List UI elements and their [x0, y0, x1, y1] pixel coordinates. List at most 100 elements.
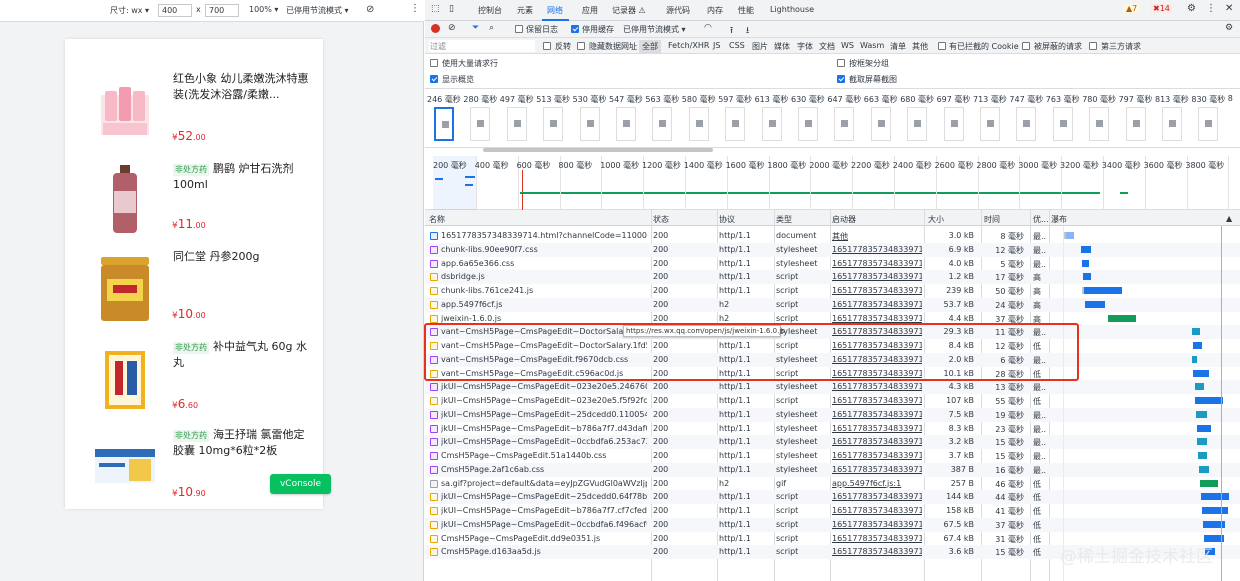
- cell-initiator[interactable]: 165177835734833971...: [832, 506, 922, 515]
- cell-initiator[interactable]: 其他: [832, 231, 922, 242]
- tab-recorder[interactable]: 记录器 ⚠: [612, 5, 646, 16]
- filmstrip-thumbnail[interactable]: [1016, 107, 1037, 141]
- width-input[interactable]: 400: [158, 4, 192, 17]
- table-row[interactable]: app.6a65e366.css 200 http/1.1 stylesheet 165…: [425, 257, 1240, 271]
- clear-icon[interactable]: ⊘: [448, 23, 456, 33]
- col-type[interactable]: 类型: [776, 214, 792, 225]
- table-row[interactable]: sa.gif?project=default&data=eyJpZGVudGl0…: [425, 477, 1240, 491]
- more-options-icon[interactable]: ⋮: [410, 3, 420, 14]
- filmstrip-thumbnail[interactable]: [616, 107, 636, 141]
- type-filter-doc[interactable]: 文档: [819, 41, 835, 52]
- dimensions-dropdown[interactable]: 尺寸: wx ▾: [110, 5, 149, 16]
- cell-initiator[interactable]: 165177835734833971...: [832, 547, 922, 556]
- filmstrip-thumbnail[interactable]: [506, 107, 527, 141]
- tab-memory[interactable]: 内存: [707, 5, 723, 16]
- rotate-icon[interactable]: ⊘: [366, 4, 374, 15]
- capture-screenshots-checkbox[interactable]: [837, 75, 845, 83]
- device-toggle-icon[interactable]: ▯: [449, 4, 454, 14]
- table-row[interactable]: jkUI~CmsH5Page~CmsPageEdit~0ccbdfa6.f496…: [425, 517, 1240, 532]
- filmstrip-thumbnail[interactable]: [834, 107, 855, 141]
- table-row[interactable]: 1651778357348339714.html?channelCode=110…: [425, 229, 1240, 243]
- table-row[interactable]: jkUI~CmsH5Page~CmsPageEdit~b786a7f7.d43d…: [425, 422, 1240, 436]
- errors-badge[interactable]: ✖14: [1151, 4, 1172, 13]
- product-item[interactable]: 非处方药 海王抒瑞 氯雷他定胶囊 10mg*6粒*2板 ¥10.90: [65, 423, 323, 511]
- cell-initiator[interactable]: 165177835734833971...: [832, 382, 922, 391]
- type-filter-media[interactable]: 媒体: [774, 41, 790, 52]
- product-item[interactable]: 非处方药 补中益气丸 60g 水丸 ¥6.60: [65, 335, 323, 423]
- cell-initiator[interactable]: 165177835734833971...: [832, 286, 922, 295]
- tab-lighthouse[interactable]: Lighthouse: [770, 5, 814, 14]
- cell-initiator[interactable]: 165177835734833971...: [832, 272, 922, 281]
- table-row[interactable]: jkUI~CmsH5Page~CmsPageEdit~25dcedd0.1100…: [425, 407, 1240, 422]
- blocked-requests-checkbox[interactable]: [1022, 42, 1030, 50]
- filmstrip-thumbnail[interactable]: [870, 107, 891, 141]
- filmstrip-thumbnail[interactable]: [470, 107, 491, 141]
- filmstrip-thumbnail[interactable]: [907, 107, 928, 141]
- vconsole-button[interactable]: vConsole: [270, 474, 331, 494]
- third-party-checkbox[interactable]: [1089, 42, 1097, 50]
- zoom-dropdown[interactable]: 100% ▾: [249, 5, 278, 14]
- height-input[interactable]: 700: [205, 4, 239, 17]
- settings-gear-icon[interactable]: ⚙: [1187, 3, 1196, 14]
- cell-initiator[interactable]: 165177835734833971...: [832, 424, 922, 433]
- filmstrip-thumbnail[interactable]: [761, 107, 782, 141]
- tab-performance[interactable]: 性能: [738, 5, 754, 16]
- invert-checkbox[interactable]: [543, 42, 551, 50]
- filmstrip-thumbnail[interactable]: [1125, 107, 1146, 141]
- col-time[interactable]: 时间: [984, 214, 1000, 225]
- filmstrip-thumbnail[interactable]: [980, 107, 1000, 141]
- tab-console[interactable]: 控制台: [478, 5, 502, 16]
- filmstrip-thumbnail[interactable]: [1089, 107, 1110, 141]
- type-filter-img[interactable]: 图片: [752, 41, 768, 52]
- table-row[interactable]: jkUI~CmsH5Page~CmsPageEdit~25dcedd0.64f7…: [425, 490, 1240, 505]
- blocked-cookies-checkbox[interactable]: [938, 42, 946, 50]
- cell-initiator[interactable]: 165177835734833971...: [832, 314, 922, 323]
- filter-icon[interactable]: ⏷: [472, 23, 479, 33]
- table-row[interactable]: chunk-libs.90ee90f7.css 200 http/1.1 styles…: [425, 242, 1240, 257]
- tab-sources[interactable]: 源代码: [666, 5, 690, 16]
- device-throttle-dropdown[interactable]: 已停用节流模式 ▾: [286, 5, 349, 16]
- type-filter-js[interactable]: JS: [713, 41, 720, 50]
- table-row[interactable]: jkUI~CmsH5Page~CmsPageEdit~0ccbdfa6.253a…: [425, 435, 1240, 450]
- cell-initiator[interactable]: 165177835734833971...: [832, 396, 922, 405]
- wifi-icon[interactable]: ◠: [704, 23, 712, 33]
- cell-initiator[interactable]: 165177835734833971...: [832, 300, 922, 309]
- col-protocol[interactable]: 协议: [719, 214, 735, 225]
- network-throttle-dropdown[interactable]: 已停用节流模式 ▾: [623, 24, 686, 35]
- type-filter-fetch-xhr[interactable]: Fetch/XHR: [668, 41, 709, 50]
- filmstrip-thumbnail[interactable]: [652, 107, 673, 141]
- cell-initiator[interactable]: app.5497f6cf.js:1: [832, 479, 922, 488]
- type-filter-all[interactable]: 全部: [639, 40, 661, 53]
- table-row[interactable]: dsbridge.js 200 http/1.1 script 165177835734…: [425, 270, 1240, 285]
- table-row[interactable]: chunk-libs.761ce241.js 200 http/1.1 script 1…: [425, 284, 1240, 298]
- filmstrip-thumbnail[interactable]: [434, 107, 454, 141]
- col-priority[interactable]: 优...: [1033, 214, 1049, 225]
- cell-initiator[interactable]: 165177835734833971...: [832, 492, 922, 501]
- product-item[interactable]: 非处方药 鹏鹞 炉甘石洗剂 100ml ¥11.00: [65, 157, 323, 245]
- col-status[interactable]: 状态: [653, 214, 669, 225]
- filter-input[interactable]: 过滤: [429, 40, 535, 52]
- type-filter-manifest[interactable]: 清单: [890, 41, 906, 52]
- table-row[interactable]: CmsH5Page~CmsPageEdit.51a1440b.css 200 htt…: [425, 449, 1240, 463]
- cell-initiator[interactable]: 165177835734833971...: [832, 534, 922, 543]
- filmstrip-thumbnail[interactable]: [725, 107, 746, 141]
- download-icon[interactable]: ⭳: [746, 23, 749, 39]
- cell-initiator[interactable]: 165177835734833971...: [832, 451, 922, 460]
- more-icon[interactable]: ⋮: [1206, 3, 1216, 14]
- large-rows-checkbox[interactable]: [430, 59, 438, 67]
- inspect-icon[interactable]: ⬚: [431, 4, 440, 14]
- cell-initiator[interactable]: 165177835734833971...: [832, 437, 922, 446]
- record-icon[interactable]: [431, 24, 440, 33]
- group-by-frame-checkbox[interactable]: [837, 59, 845, 67]
- close-icon[interactable]: ✕: [1225, 3, 1233, 14]
- table-row[interactable]: jkUI~CmsH5Page~CmsPageEdit~023e20e5.f5f9…: [425, 394, 1240, 408]
- show-overview-checkbox[interactable]: [430, 75, 438, 83]
- search-icon[interactable]: ⌕: [489, 23, 494, 33]
- hide-data-urls-checkbox[interactable]: [577, 42, 585, 50]
- tab-application[interactable]: 应用: [582, 5, 598, 16]
- filmstrip-thumbnail[interactable]: [1052, 107, 1073, 141]
- product-item[interactable]: 同仁堂 丹参200g ¥10.00: [65, 245, 323, 333]
- col-name[interactable]: 名称: [429, 214, 445, 225]
- preserve-log-checkbox[interactable]: [515, 25, 523, 33]
- tab-network[interactable]: 网络: [547, 5, 563, 16]
